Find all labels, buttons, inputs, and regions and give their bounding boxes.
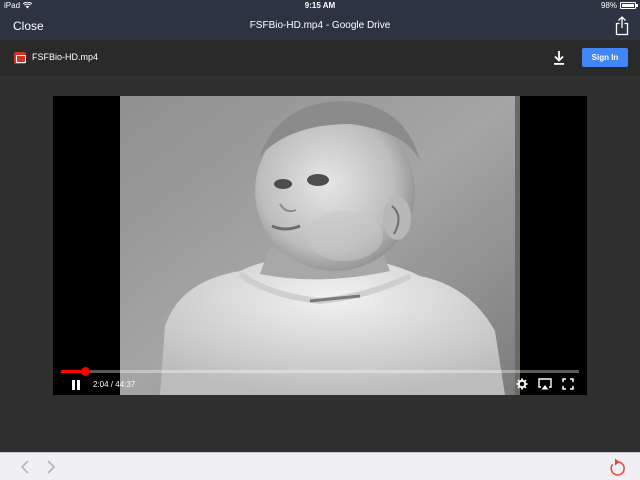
pause-icon[interactable] bbox=[70, 379, 82, 391]
video-file-icon bbox=[14, 52, 26, 64]
video-player[interactable]: 2:04 / 44:37 bbox=[53, 96, 587, 395]
progress-thumb[interactable] bbox=[81, 367, 90, 376]
drive-header: FSFBio-HD.mp4 bbox=[0, 40, 640, 76]
download-icon[interactable] bbox=[552, 50, 566, 66]
progress-bar[interactable] bbox=[61, 367, 579, 376]
file-name: FSFBio-HD.mp4 bbox=[32, 52, 99, 62]
fullscreen-icon[interactable] bbox=[562, 378, 574, 390]
status-time: 9:15 AM bbox=[304, 1, 336, 10]
bottom-toolbar bbox=[0, 452, 640, 480]
battery-percent: 98% bbox=[600, 1, 617, 10]
time-display: 2:04 / 44:37 bbox=[93, 380, 136, 389]
navigation-bar: Close FSFBio-HD.mp4 - Google Drive bbox=[0, 12, 640, 40]
video-frame[interactable] bbox=[120, 96, 520, 395]
airplay-icon[interactable] bbox=[538, 378, 552, 390]
gear-icon[interactable] bbox=[516, 378, 528, 390]
sign-in-button[interactable]: Sign In bbox=[582, 48, 628, 67]
status-bar: iPad 9:15 AM 98% bbox=[0, 0, 640, 12]
battery-icon bbox=[620, 2, 638, 9]
back-arrow-icon[interactable] bbox=[18, 459, 32, 475]
share-icon[interactable] bbox=[614, 16, 630, 36]
reload-icon[interactable] bbox=[608, 457, 626, 477]
forward-arrow-icon[interactable] bbox=[44, 459, 58, 475]
page-title: FSFBio-HD.mp4 - Google Drive bbox=[249, 20, 391, 31]
status-right: 98% bbox=[600, 1, 638, 10]
